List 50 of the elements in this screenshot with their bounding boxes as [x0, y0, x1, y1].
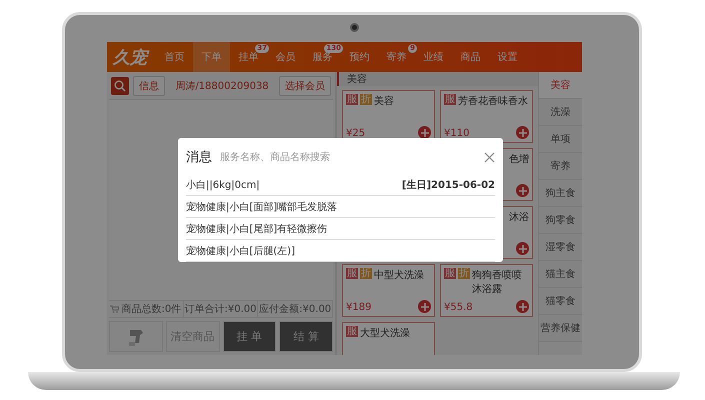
dialog-title: 消息: [186, 149, 212, 166]
product-name: 中型犬洗澡: [374, 268, 424, 282]
nav-tab[interactable]: 设置: [489, 42, 526, 72]
scanner-button[interactable]: [109, 321, 163, 352]
app-logo: 久宠: [107, 42, 156, 72]
message-text: 宠物健康|小白[面部]嘴部毛发脱落: [186, 200, 338, 214]
product-name: 芳香花香味香水: [458, 94, 528, 108]
product-name: 狗狗香喷喷沐浴露: [472, 268, 523, 296]
product-tag: 服: [444, 268, 456, 279]
add-icon[interactable]: [418, 126, 431, 139]
product-tag: 服: [444, 94, 456, 105]
product-name: 色增: [509, 153, 529, 166]
close-icon[interactable]: [484, 152, 495, 162]
product-name: 沐浴: [509, 210, 529, 224]
cart-icon: [110, 305, 120, 313]
product-name: 美容: [374, 94, 394, 108]
order-total: 订单合计:¥0.00: [184, 302, 256, 316]
product-tag: 服: [346, 326, 358, 337]
member-name: 周涛/18800209038: [174, 80, 270, 92]
product-card[interactable]: 服 折 狗狗香喷喷沐浴露 ¥55.8: [440, 264, 533, 317]
nav-tab[interactable]: 首页: [156, 42, 193, 72]
product-price: ¥189: [346, 302, 372, 313]
scanner-icon: [126, 328, 145, 346]
info-button[interactable]: 信息: [133, 76, 165, 96]
product-card[interactable]: 服 芳香花香味香水 ¥110: [440, 90, 533, 143]
product-tag: 服: [346, 94, 358, 105]
camera-icon: [350, 23, 359, 32]
message-text: 宠物健康|小白[尾部]有轻微擦伤: [186, 222, 328, 236]
category-header: 美容: [337, 72, 538, 86]
hold-order-button[interactable]: 挂 单: [222, 321, 276, 352]
message-text: 宠物健康|小白[后腿(左)]: [186, 244, 295, 258]
amount-payable: 应付金额:¥0.00: [259, 302, 332, 316]
product-name: 大型犬洗澡: [360, 326, 410, 340]
product-price: ¥25: [346, 128, 366, 139]
product-tag: 折: [360, 94, 372, 105]
product-price: ¥55.8: [444, 302, 473, 313]
nav-tab[interactable]: 商品: [452, 42, 489, 72]
item-count: 商品总数:0件: [121, 302, 182, 316]
birthday-note: [生日]2015-06-02: [402, 178, 495, 192]
product-card[interactable]: 服 大型犬洗澡: [342, 322, 435, 355]
product-card[interactable]: 服 折 中型犬洗澡 ¥189: [342, 264, 435, 317]
product-tag: 折: [360, 268, 372, 279]
search-button[interactable]: [111, 76, 129, 94]
category-tab[interactable]: 美容: [539, 72, 582, 99]
product-tag: 折: [458, 268, 470, 279]
product-price: ¥110: [444, 128, 470, 139]
select-member-button[interactable]: 选择会员: [279, 76, 331, 96]
checkout-button[interactable]: 结 算: [279, 321, 333, 352]
product-tag: 服: [346, 268, 358, 279]
message-text: 小白||6kg|0cm|: [186, 178, 260, 192]
